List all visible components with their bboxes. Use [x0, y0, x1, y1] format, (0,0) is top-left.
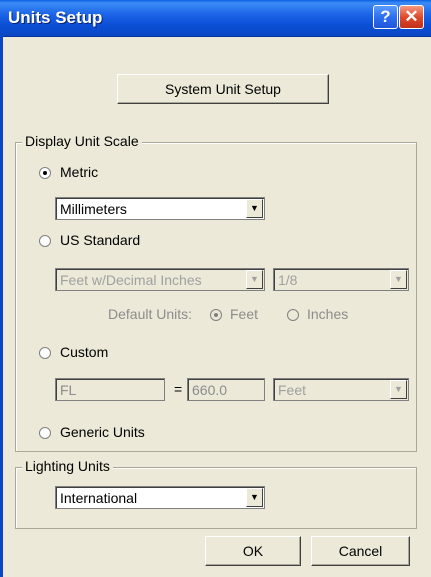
custom-radio[interactable] [39, 347, 51, 359]
us-standard-units-value: Feet w/Decimal Inches [60, 272, 202, 288]
us-standard-radio[interactable] [39, 235, 51, 247]
custom-label: Custom [60, 344, 109, 360]
metric-label: Metric [60, 164, 99, 180]
display-unit-scale-legend: Display Unit Scale [22, 133, 142, 149]
generic-units-radio[interactable] [39, 427, 51, 439]
default-inches-label: Inches [307, 306, 349, 322]
default-units-label: Default Units: [108, 306, 193, 322]
close-button[interactable]: ✕ [399, 5, 424, 29]
fraction-value: 1/8 [278, 272, 298, 288]
custom-unit-dropdown[interactable]: Feet ▼ [273, 378, 409, 401]
chevron-down-icon: ▼ [390, 270, 407, 289]
ok-button[interactable]: OK [205, 536, 301, 566]
chevron-down-icon: ▼ [246, 488, 263, 507]
default-feet-radio[interactable] [210, 309, 222, 321]
cancel-button[interactable]: Cancel [311, 536, 410, 566]
lighting-units-dropdown[interactable]: International ▼ [55, 486, 265, 509]
metric-radio[interactable] [39, 167, 51, 179]
custom-name-field[interactable]: FL [55, 378, 165, 401]
default-feet-label: Feet [230, 306, 259, 322]
custom-name-value: FL [60, 382, 77, 398]
chevron-down-icon: ▼ [246, 199, 263, 218]
title-bar[interactable]: Units Setup ? ✕ [0, 0, 431, 37]
close-icon: ✕ [404, 7, 419, 26]
us-standard-label: US Standard [60, 232, 141, 248]
display-unit-scale-group [15, 142, 417, 452]
help-icon: ? [380, 7, 391, 26]
window-title: Units Setup [8, 8, 103, 27]
window-border [0, 36, 3, 577]
us-standard-units-dropdown[interactable]: Feet w/Decimal Inches ▼ [55, 268, 265, 291]
metric-units-value: Millimeters [60, 201, 127, 217]
custom-value-field[interactable]: 660.0 [187, 378, 265, 401]
custom-value: 660.0 [192, 382, 228, 398]
lighting-units-value: International [60, 490, 138, 506]
metric-units-dropdown[interactable]: Millimeters ▼ [55, 197, 265, 220]
generic-units-label: Generic Units [60, 424, 145, 440]
lighting-units-legend: Lighting Units [22, 458, 113, 474]
help-button[interactable]: ? [373, 5, 398, 29]
system-unit-setup-button[interactable]: System Unit Setup [117, 74, 329, 104]
fraction-dropdown[interactable]: 1/8 ▼ [273, 268, 409, 291]
equals-label: = [174, 381, 183, 397]
default-inches-radio[interactable] [287, 309, 299, 321]
custom-unit-value: Feet [278, 382, 307, 398]
chevron-down-icon: ▼ [390, 380, 407, 399]
chevron-down-icon: ▼ [246, 270, 263, 289]
